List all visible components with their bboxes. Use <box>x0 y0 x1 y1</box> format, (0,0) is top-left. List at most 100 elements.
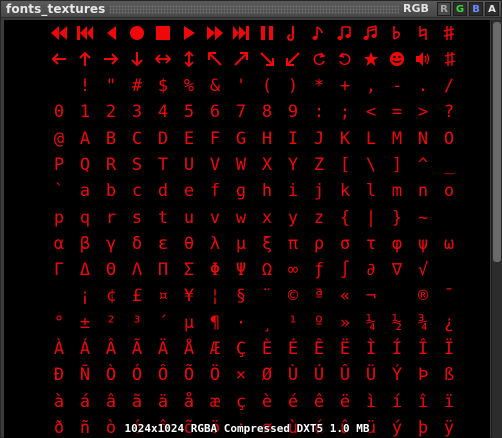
texture-viewer-window: fonts_textures RGB R G B A ! " # $ % & '… <box>0 0 502 438</box>
glyph-cell: w <box>235 207 247 228</box>
arrow-up-icon <box>72 47 98 73</box>
glyph-cell: W <box>235 154 247 175</box>
glyph-cell: Ψ <box>235 260 247 281</box>
glyph-cell: ξ <box>261 233 273 254</box>
glyph-cell: G <box>235 128 247 149</box>
glyph-cell: ¶ <box>209 312 221 333</box>
glyph-cell: Δ <box>79 260 91 281</box>
glyph-cell: Ð <box>53 365 65 386</box>
glyph-cell: j <box>313 181 325 202</box>
glyph-cell: ^ <box>417 154 429 175</box>
glyph-cell: Y <box>287 154 299 175</box>
glyph-cell: ¾ <box>417 312 429 333</box>
speaker-icon <box>410 47 436 73</box>
channel-g-toggle[interactable]: G <box>453 2 467 16</box>
glyph-cell: ¨ <box>261 286 273 307</box>
glyph-cell: Û <box>339 365 351 386</box>
glyph-cell: θ <box>183 233 195 254</box>
texture-preview[interactable]: ! " # $% & ' () * +, -. / 0 1 2 3 4 5 6 7 8 9:; < = >? @ A B C D E F G H… <box>4 20 490 438</box>
glyph-cell: p <box>53 207 65 228</box>
glyph-cell: k <box>339 181 351 202</box>
glyph-cell: X <box>261 154 273 175</box>
glyph-cell: á <box>79 391 91 412</box>
glyph-cell: ¸ <box>261 312 273 333</box>
glyph-cell: È <box>261 339 273 359</box>
glyph-cell: · <box>235 312 247 333</box>
glyph-cell: ¹ <box>287 312 299 333</box>
glyph-cell: s <box>131 207 143 228</box>
record-icon <box>124 21 150 47</box>
fast-forward-icon <box>202 21 228 47</box>
glyph-cell: 8 <box>261 102 273 123</box>
title-bar[interactable]: fonts_textures RGB R G B A <box>1 1 501 18</box>
step-back-icon <box>98 21 124 47</box>
glyph-cell: ( <box>261 76 273 96</box>
play-icon <box>176 21 202 47</box>
arrow-down-left-icon <box>280 47 306 73</box>
glyph-cell: ¦ <box>209 286 221 307</box>
glyph-cell: d <box>157 181 169 202</box>
glyph-cell: 2 <box>105 102 117 123</box>
glyph-cell: β <box>79 233 91 254</box>
glyph-cell: R <box>105 154 117 175</box>
glyph-cell: 9 <box>287 102 299 123</box>
rewind-end-icon <box>46 21 72 47</box>
glyph-cell: Ë <box>339 339 351 359</box>
glyph-cell: å <box>183 391 195 412</box>
glyph-cell: Ú <box>313 365 325 386</box>
glyph-cell: " <box>105 76 117 96</box>
glyph-cell: A <box>79 128 91 149</box>
glyph-cell: µ <box>183 312 195 333</box>
glyph-cell <box>46 283 72 309</box>
glyph-cell: $ <box>157 76 169 96</box>
curl-right-icon <box>332 47 358 73</box>
scrollbar-thumb[interactable] <box>493 22 501 262</box>
glyph-cell: ¤ <box>157 286 169 307</box>
glyph-cell <box>436 205 462 231</box>
repeat-icon <box>306 21 332 47</box>
glyph-cell: 6 <box>209 102 221 123</box>
glyph-cell: 5 <box>183 102 195 123</box>
glyph-cell: ω <box>443 233 455 254</box>
glyph-cell: Ü <box>365 365 377 386</box>
glyph-cell: ß <box>443 365 455 386</box>
glyph-cell: o <box>443 181 455 202</box>
glyph-cell: Í <box>391 339 403 359</box>
vertical-scrollbar[interactable] <box>491 20 502 438</box>
title-grip[interactable] <box>109 5 399 14</box>
glyph-cell: 0 <box>53 102 65 123</box>
glyph-cell: ¢ <box>105 286 117 307</box>
square-icon <box>436 47 462 73</box>
glyph-cell: À <box>53 339 65 359</box>
cycle-left-icon <box>306 47 332 73</box>
glyph-cell: Φ <box>209 260 221 281</box>
glyph-cell: [ <box>339 154 351 175</box>
glyph-cell: K <box>339 128 351 149</box>
channel-b-toggle[interactable]: B <box>469 2 483 16</box>
arrow-left-right-icon <box>150 47 176 73</box>
glyph-cell: i <box>287 181 299 202</box>
glyph-cell: Ý <box>391 365 403 386</box>
glyph-cell: √ <box>417 260 429 281</box>
glyph-cell: m <box>391 181 403 202</box>
arrow-left-icon <box>46 47 72 73</box>
glyph-cell: ` <box>53 181 65 202</box>
glyph-cell: í <box>391 391 403 412</box>
glyph-cell: \ <box>365 154 377 175</box>
glyph-cell: Ó <box>131 365 143 386</box>
channel-r-toggle[interactable]: R <box>437 2 451 16</box>
glyph-cell: y <box>287 207 299 228</box>
glyph-cell: μ <box>235 233 247 254</box>
shuffle-icon <box>332 21 358 47</box>
glyph-cell: £ <box>131 286 143 307</box>
glyph-cell: 3 <box>131 102 143 123</box>
glyph-cell: Σ <box>183 260 195 281</box>
glyph-cell: ¯ <box>443 286 455 307</box>
channel-a-toggle[interactable]: A <box>485 2 499 16</box>
glyph-cell: ã <box>131 391 143 412</box>
glyph-cell: 4 <box>157 102 169 123</box>
glyph-cell: ê <box>313 391 325 412</box>
glyph-cell: é <box>287 391 299 412</box>
glyph-cell: Ì <box>365 339 377 359</box>
glyph-cell: r <box>105 207 117 228</box>
